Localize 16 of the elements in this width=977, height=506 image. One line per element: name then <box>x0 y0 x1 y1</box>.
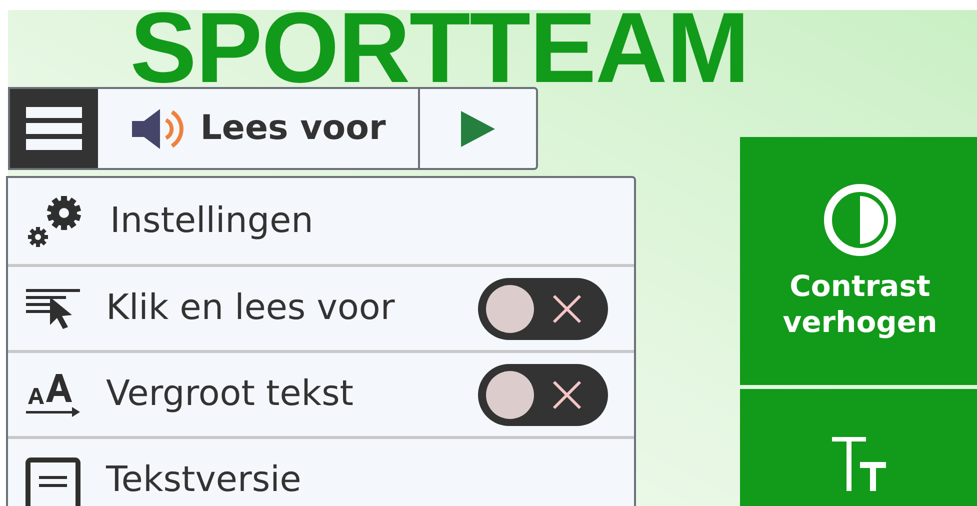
menu-item-label: Klik en lees voor <box>106 287 395 330</box>
menu-button[interactable] <box>10 89 98 168</box>
menu-item[interactable]: Tekstversie <box>8 436 634 506</box>
cross-icon <box>551 292 583 324</box>
document-icon <box>24 456 82 506</box>
play-icon <box>461 110 495 146</box>
menu-item[interactable]: Vergroot tekst <box>8 350 634 436</box>
menu-item[interactable]: Klik en lees voor <box>8 264 634 350</box>
cross-icon <box>551 378 583 410</box>
menu-item[interactable]: Instellingen <box>8 178 634 264</box>
menu-item-label: Vergroot tekst <box>106 373 354 416</box>
contrast-button[interactable]: Contrast verhogen <box>740 137 977 385</box>
menu-icon <box>26 106 82 150</box>
menu-item-label: Instellingen <box>110 200 314 243</box>
contrast-icon <box>822 182 898 258</box>
menu-item-label: Tekstversie <box>106 459 302 502</box>
